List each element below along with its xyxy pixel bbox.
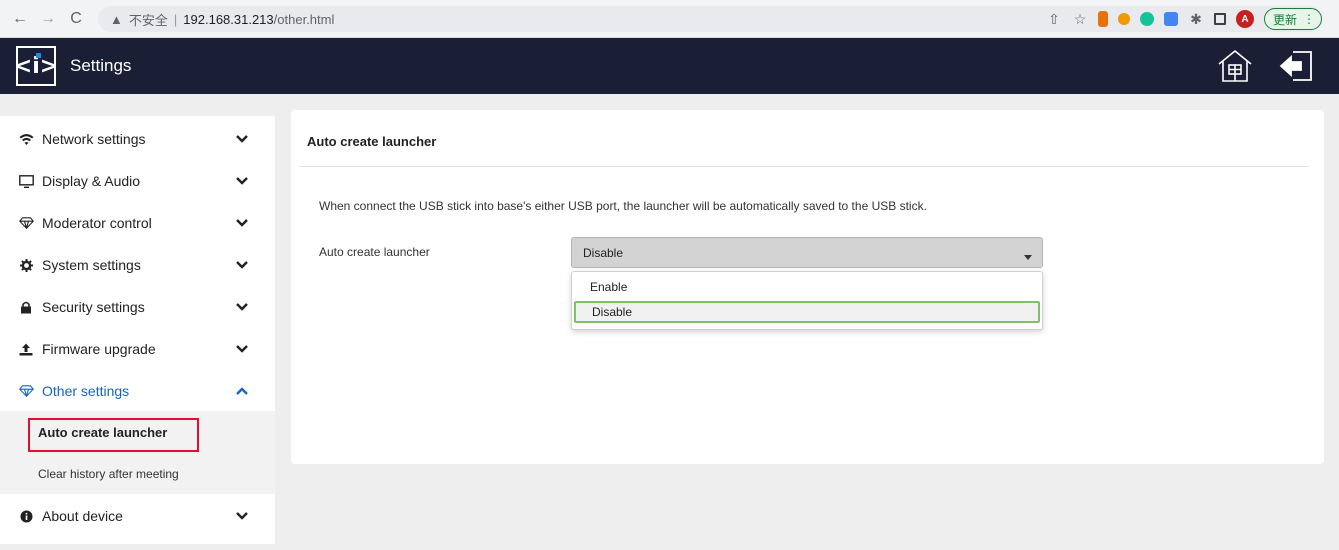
chevron-down-icon [236,495,248,537]
sidebar-item-label: About device [42,508,123,524]
sub-item-label: Clear history after meeting [38,467,179,481]
browser-toolbar: ← → C ▲ 不安全 | 192.168.31.213 /other.html… [0,0,1339,38]
diamond-icon [18,383,34,399]
chevron-down-icon [236,118,248,160]
extension-grammarly-icon[interactable] [1139,12,1154,26]
side-panel-icon[interactable] [1213,13,1226,25]
logo-dot [36,53,41,58]
forward-arrow-icon[interactable]: → [36,7,60,31]
url-host: 192.168.31.213 [183,11,274,27]
reload-icon[interactable]: C [64,7,88,31]
sidebar-item-label: Security settings [42,299,145,315]
card-title: Auto create launcher [307,134,437,149]
sidebar-item-system[interactable]: System settings [0,244,275,286]
sidebar-item-label: Network settings [42,131,146,147]
chevron-down-icon [236,202,248,244]
sidebar-item-display-audio[interactable]: Display & Audio [0,160,275,202]
logout-icon[interactable] [1277,46,1317,86]
upload-icon [18,341,34,357]
omnibox-actions: ⇧ ☆ ✱ A 更新 ⋮ [1046,6,1322,32]
chevron-down-icon [236,286,248,328]
warning-icon: ▲ [110,11,123,27]
lock-icon [18,299,34,315]
sidebar-item-security[interactable]: Security settings [0,286,275,328]
sidebar-item-label: Firmware upgrade [42,341,156,357]
sidebar-item-label: Other settings [42,383,130,399]
extension-translate-icon[interactable] [1163,12,1178,26]
chevron-down-icon [236,244,248,286]
diamond-icon [18,215,34,231]
update-label: 更新 [1272,12,1297,27]
extension-red-icon[interactable] [1097,11,1108,27]
monitor-icon [18,173,34,189]
chevron-down-icon [236,160,248,202]
update-button[interactable]: 更新 ⋮ [1263,8,1322,30]
sub-item-clear-history[interactable]: Clear history after meeting [0,453,275,495]
separator: | [173,11,178,27]
profile-avatar[interactable]: A [1235,10,1254,28]
sidebar-item-label: System settings [42,257,141,273]
select-value: Disable [583,245,624,260]
sidebar-item-about[interactable]: About device [0,495,275,537]
caret-down-icon [1024,249,1032,263]
sidebar-item-network[interactable]: Network settings [0,118,275,160]
sidebar-item-label: Moderator control [42,215,152,231]
select-dropdown-list: Enable Disable [571,271,1043,330]
kebab-menu-icon: ⋮ [1303,12,1315,26]
option-label: Enable [590,280,628,294]
chevron-up-icon [236,370,248,412]
option-disable[interactable]: Disable [574,301,1040,323]
sidebar-item-firmware[interactable]: Firmware upgrade [0,328,275,370]
sidebar-item-label: Display & Audio [42,173,141,189]
address-bar[interactable]: ▲ 不安全 | 192.168.31.213 /other.html ⇧ ☆ ✱… [98,6,1322,32]
field-label: Auto create launcher [319,245,430,259]
chevron-down-icon [236,328,248,370]
selection-highlight-box [28,418,199,452]
option-label: Disable [592,305,633,319]
info-icon [18,508,34,524]
puzzle-icon[interactable]: ✱ [1188,11,1204,28]
extension-orange-icon[interactable] [1117,13,1130,25]
wifi-icon [18,131,34,147]
app-header: <i> Settings [0,38,1339,94]
page-title: Settings [70,56,132,75]
option-enable[interactable]: Enable [574,276,1040,298]
insecure-label: 不安全 [128,12,168,28]
bookmark-star-icon[interactable]: ☆ [1072,11,1088,28]
sidebar-item-moderator[interactable]: Moderator control [0,202,275,244]
settings-card: Auto create launcher When connect the US… [291,110,1324,464]
sidebar: Network settings Display & Audio Moderat… [0,116,275,544]
auto-create-launcher-select[interactable]: Disable [571,237,1043,268]
description-text: When connect the USB stick into base's e… [319,199,927,213]
share-icon[interactable]: ⇧ [1046,11,1062,28]
divider [299,166,1309,167]
sidebar-item-other[interactable]: Other settings [0,370,275,412]
back-arrow-icon[interactable]: ← [8,7,32,31]
gear-icon [18,257,34,273]
url-path: /other.html [273,11,335,27]
home-icon[interactable] [1215,46,1255,86]
header-actions [1215,46,1317,86]
brand-logo: <i> [14,46,58,86]
